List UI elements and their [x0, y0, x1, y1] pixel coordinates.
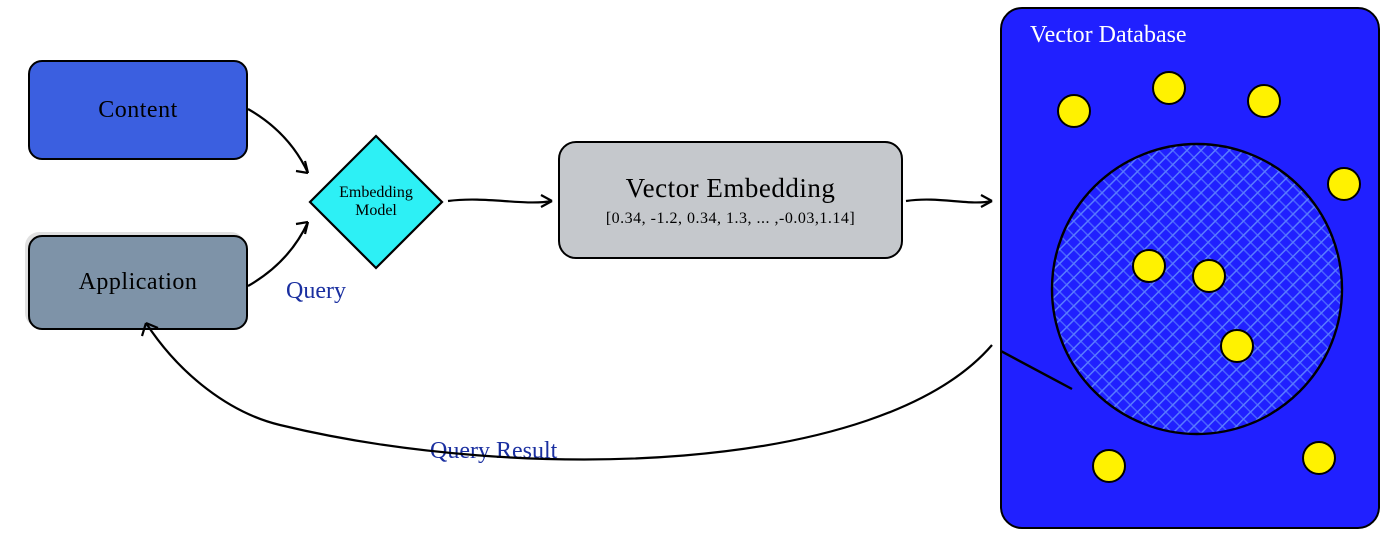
arrow-model-to-embedding	[446, 186, 564, 216]
query-label: Query	[286, 278, 346, 305]
application-label: Application	[79, 269, 198, 296]
vector-database-title: Vector Database	[1030, 22, 1187, 49]
vector-point	[1327, 167, 1361, 201]
vector-point	[1132, 249, 1166, 283]
arrow-vdb-to-application	[120, 305, 1020, 515]
vector-point	[1302, 441, 1336, 475]
vector-embedding-box: Vector Embedding [0.34, -1.2, 0.34, 1.3,…	[558, 141, 903, 259]
vector-embedding-title: Vector Embedding	[626, 173, 836, 204]
embedding-model-label: EmbeddingModel	[306, 132, 446, 272]
vector-point	[1192, 259, 1226, 293]
content-label: Content	[98, 97, 178, 124]
query-result-label: Query Result	[430, 438, 557, 465]
vector-point	[1152, 71, 1186, 105]
vector-point	[1220, 329, 1254, 363]
vector-point	[1092, 449, 1126, 483]
embedding-model-diamond: EmbeddingModel	[306, 132, 446, 272]
content-box: Content	[28, 60, 248, 160]
vector-point	[1057, 94, 1091, 128]
vector-point	[1247, 84, 1281, 118]
application-box: Application	[28, 235, 248, 330]
vector-database-box	[1000, 7, 1380, 529]
vector-embedding-values: [0.34, -1.2, 0.34, 1.3, ... ,-0.03,1.14]	[606, 210, 855, 228]
arrow-embedding-to-vdb	[904, 186, 1004, 216]
